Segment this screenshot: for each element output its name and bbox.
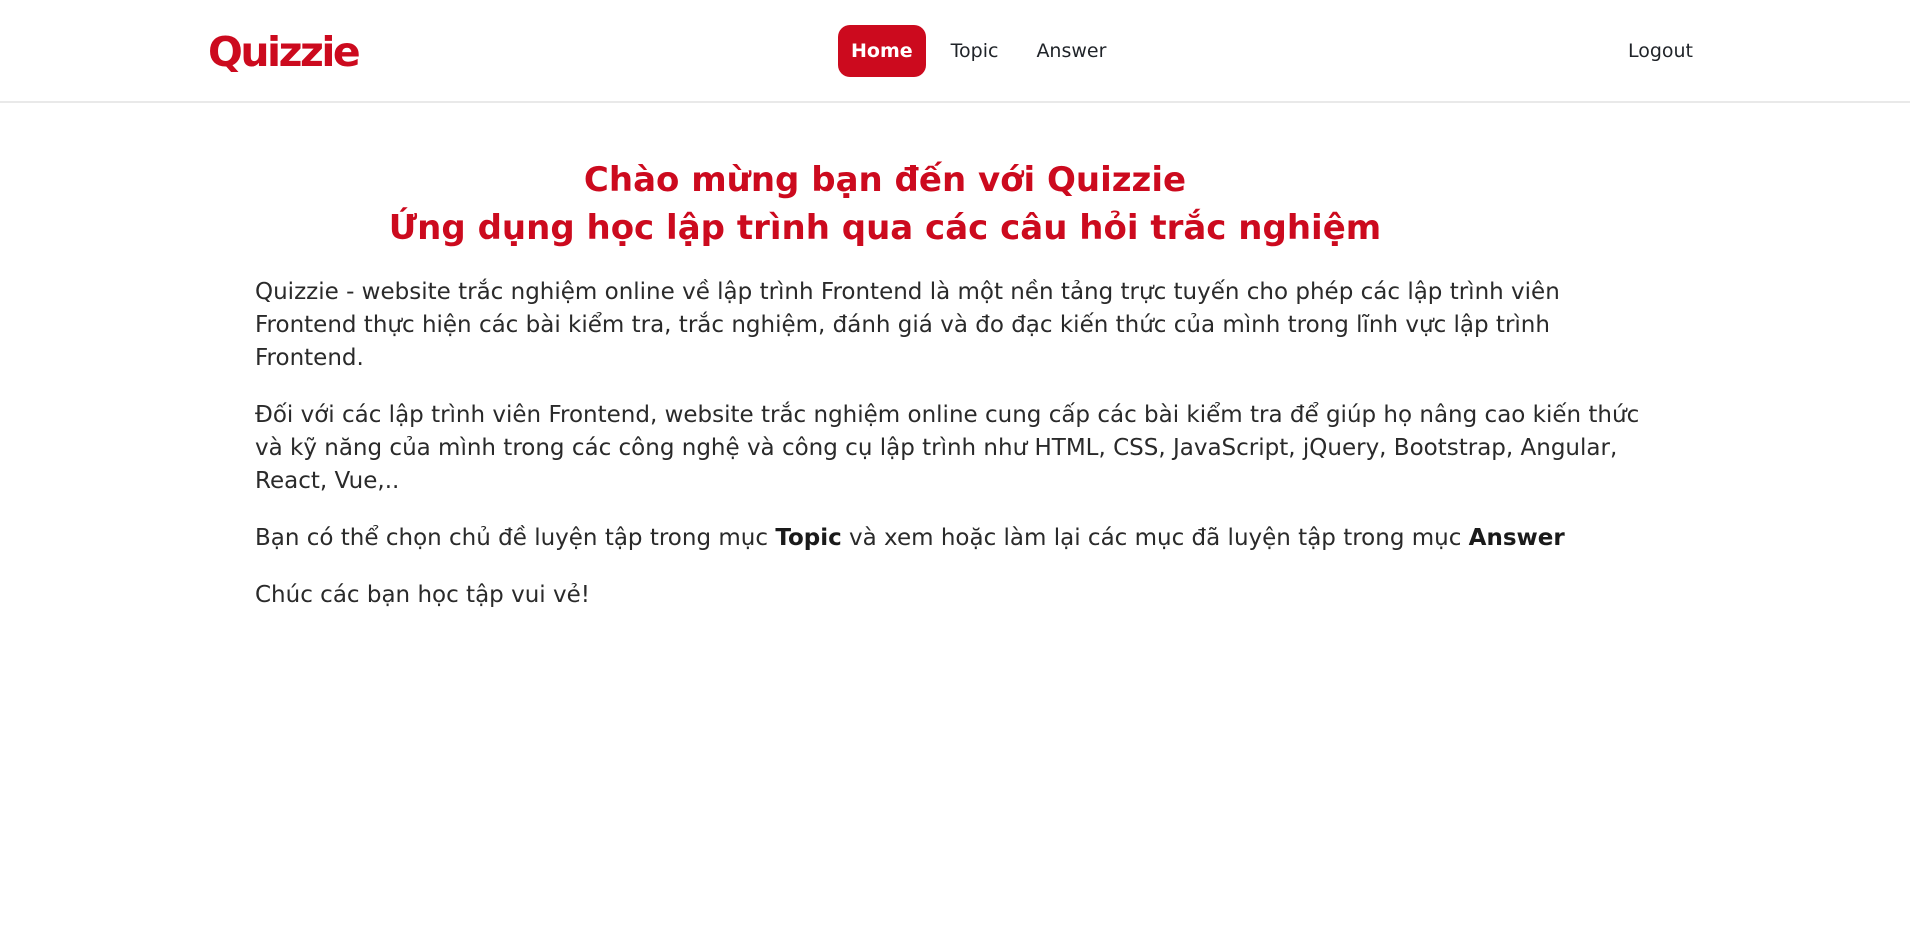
top-navbar: Quizzie Home Topic Answer Logout bbox=[0, 0, 1910, 103]
guide-text-1: Bạn có thể chọn chủ đề luyện tập trong m… bbox=[255, 525, 776, 551]
topic-highlight: Topic bbox=[775, 525, 842, 551]
title-line-2: Ứng dụng học lập trình qua các câu hỏi t… bbox=[388, 208, 1382, 248]
logout-button[interactable]: Logout bbox=[1628, 25, 1693, 77]
nav-topic[interactable]: Topic bbox=[938, 25, 1012, 77]
nav-home[interactable]: Home bbox=[838, 25, 926, 77]
answer-highlight: Answer bbox=[1468, 525, 1565, 551]
main-content: Chào mừng bạn đến với Quizzie Ứng dụng h… bbox=[255, 156, 1655, 612]
page-title: Chào mừng bạn đến với Quizzie Ứng dụng h… bbox=[185, 156, 1585, 252]
main-nav: Home Topic Answer bbox=[838, 25, 1119, 77]
nav-answer[interactable]: Answer bbox=[1023, 25, 1119, 77]
guide-paragraph: Bạn có thể chọn chủ đề luyện tập trong m… bbox=[255, 522, 1655, 555]
title-line-1: Chào mừng bạn đến với Quizzie bbox=[583, 160, 1187, 200]
logo[interactable]: Quizzie bbox=[208, 24, 361, 80]
frontend-paragraph: Đối với các lập trình viên Frontend, web… bbox=[255, 402, 1640, 494]
closing-paragraph: Chúc các bạn học tập vui vẻ! bbox=[255, 582, 590, 608]
intro-paragraph: Quizzie - website trắc nghiệm online về … bbox=[255, 279, 1560, 371]
guide-text-2: và xem hoặc làm lại các mục đã luyện tập… bbox=[841, 525, 1469, 551]
